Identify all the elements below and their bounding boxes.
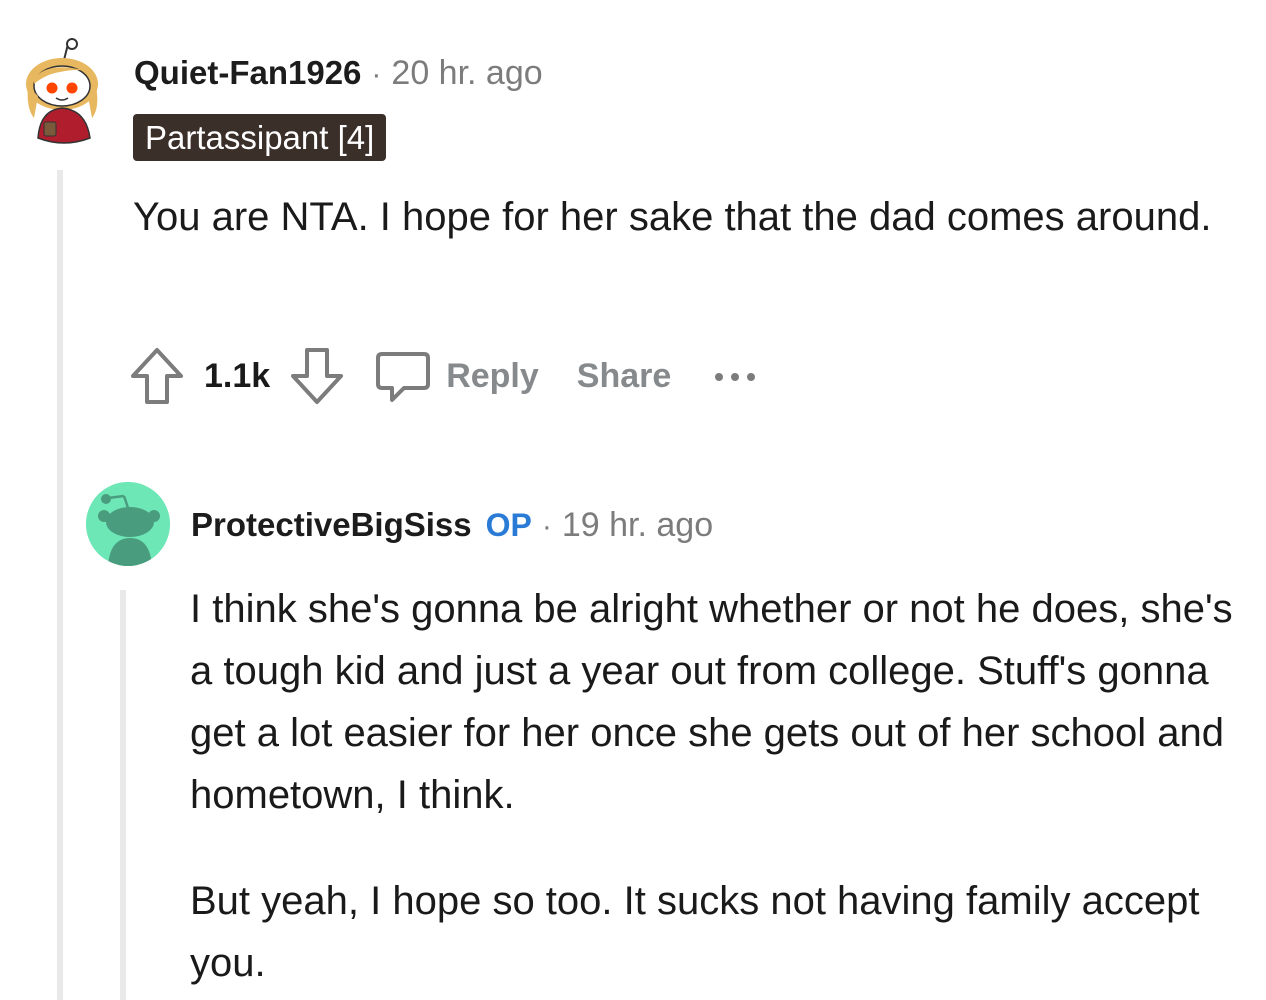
reply-icon-button[interactable] — [374, 344, 432, 408]
downvote-arrow-icon — [291, 348, 344, 404]
thread-line-comment-2[interactable] — [120, 590, 126, 1000]
avatar-quiet-fan[interactable] — [20, 38, 108, 146]
comment-1-header: Quiet-Fan1926 · 20 hr. ago — [134, 54, 543, 93]
snoo-avatar-icon — [26, 38, 98, 144]
comment-2-body-paragraph-2: But yeah, I hope so too. It sucks not ha… — [190, 879, 1200, 985]
reply-button[interactable]: Reply — [446, 357, 539, 396]
username-link[interactable]: ProtectiveBigSiss — [191, 506, 472, 544]
speech-bubble-icon — [376, 352, 431, 402]
comment-2-body-paragraph-1: I think she's gonna be alright whether o… — [190, 587, 1233, 817]
vote-score: 1.1k — [204, 356, 271, 395]
ellipsis-icon — [715, 372, 756, 381]
timestamp[interactable]: 19 hr. ago — [562, 506, 713, 545]
timestamp[interactable]: 20 hr. ago — [391, 54, 542, 93]
more-options-button[interactable] — [711, 357, 761, 396]
share-button[interactable]: Share — [577, 357, 672, 396]
downvote-button[interactable] — [288, 344, 346, 408]
thread-line-comment-1[interactable] — [57, 170, 63, 1000]
upvote-arrow-icon — [131, 348, 183, 404]
meta-separator: · — [371, 58, 382, 91]
upvote-button[interactable] — [128, 344, 186, 408]
user-flair-badge: Partassipant [4] — [133, 114, 387, 161]
snoo-avatar-icon — [86, 482, 170, 566]
comment-1-body: You are NTA. I hope for her sake that th… — [133, 195, 1212, 239]
comment-2-header: ProtectiveBigSiss OP · 19 hr. ago — [191, 506, 713, 545]
avatar-protective-big-siss[interactable] — [86, 482, 170, 566]
username-link[interactable]: Quiet-Fan1926 — [134, 54, 361, 92]
meta-separator: · — [541, 510, 552, 543]
comment-1-action-bar: 1.1k Reply Share — [128, 344, 761, 408]
op-badge: OP — [485, 507, 532, 543]
